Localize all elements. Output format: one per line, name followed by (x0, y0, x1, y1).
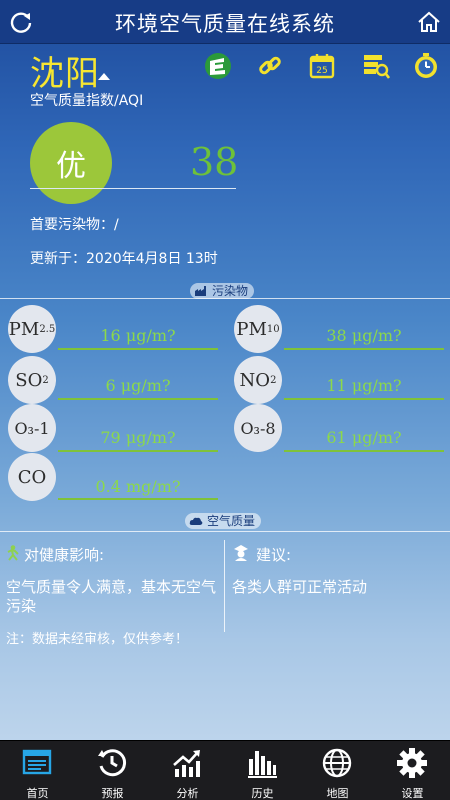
nav-label: 首页 (26, 787, 49, 800)
air-quality-badge-label: 空气质量 (207, 514, 256, 528)
column-separator (224, 540, 225, 632)
pollutant-pm10-badge: PM 10 (234, 305, 282, 353)
calendar-icon[interactable]: 25 (308, 52, 336, 80)
aqi-label: 空气质量指数/AQI (30, 93, 144, 109)
advice-person-icon (234, 545, 248, 561)
pollutant-pm25-badge: PM 2.5 (8, 305, 56, 353)
pollutant-underline (284, 450, 444, 452)
e-app-icon[interactable] (204, 52, 232, 80)
pollutant-underline (284, 348, 444, 350)
svg-text:25: 25 (316, 66, 327, 76)
health-effect-text: 空气质量令人满意，基本无空气污染 (6, 578, 217, 615)
bottom-nav: 首页 预报 分析 历史 地图 设置 (0, 740, 450, 800)
aqi-underline (30, 188, 236, 189)
pollutant-underline (58, 398, 218, 400)
nav-item-settings[interactable]: 设置 (375, 741, 450, 800)
pollutant-o3-1h-badge: O₃-1 (8, 404, 56, 452)
pollutant-no2-value: 11 μg/m? (326, 376, 402, 395)
factory-icon (195, 286, 206, 296)
home-icon[interactable] (416, 9, 442, 35)
nav-label: 地图 (326, 787, 349, 800)
bar-chart-icon (248, 751, 277, 778)
history-clock-icon (98, 749, 127, 777)
advice-title: 建议: (256, 546, 292, 564)
pollutant-co-badge: CO (8, 453, 56, 501)
pollutant-underline (58, 498, 218, 500)
pollutant-pm25-value: 16 μg/m? (100, 326, 176, 345)
pollutants-badge-label: 污染物 (212, 284, 249, 298)
pollutant-no2-badge: NO 2 (234, 356, 282, 404)
pollutant-underline (284, 398, 444, 400)
pollutant-underline (58, 348, 218, 350)
link-icon[interactable] (256, 52, 284, 80)
pollutant-so2-badge: SO 2 (8, 356, 56, 404)
section-divider (0, 531, 450, 532)
city-dropdown-caret-icon[interactable] (98, 73, 110, 80)
app-title: 环境空气质量在线系统 (115, 12, 335, 36)
pollutant-o3-1h-value: 79 μg/m? (100, 428, 176, 447)
pollutant-pm10-value: 38 μg/m? (326, 326, 402, 345)
health-effect-title: 对健康影响: (24, 546, 105, 564)
app-header: 环境空气质量在线系统 (0, 0, 450, 44)
trend-chart-icon (173, 750, 200, 777)
person-icon (7, 545, 19, 561)
nav-item-home[interactable]: 首页 (0, 741, 75, 800)
pollutants-section-badge: 污染物 (190, 283, 255, 299)
timer-icon[interactable] (412, 52, 440, 80)
nav-label: 设置 (401, 787, 424, 800)
gear-icon (397, 748, 427, 778)
nav-item-map[interactable]: 地图 (300, 741, 375, 800)
air-quality-section-badge: 空气质量 (185, 513, 262, 529)
station-list-icon[interactable] (362, 52, 390, 80)
aqi-value: 38 (190, 140, 239, 184)
primary-pollutant: 首要污染物：/ (30, 217, 119, 233)
nav-label: 分析 (176, 787, 199, 800)
pollutant-o3-8h-badge: O₃-8 (234, 404, 282, 452)
nav-item-analysis[interactable]: 分析 (150, 741, 225, 800)
nav-label: 预报 (101, 787, 124, 800)
nav-item-forecast[interactable]: 预报 (75, 741, 150, 800)
city-name[interactable]: 沈阳 (30, 46, 100, 95)
cloud-icon (189, 517, 203, 525)
pollutant-so2-value: 6 μg/m? (105, 376, 171, 395)
pollutant-co-value: 0.4 mg/m? (95, 477, 181, 496)
pollutant-underline (58, 450, 218, 452)
aqi-level-badge: 优 (30, 122, 112, 204)
nav-item-history[interactable]: 历史 (225, 741, 300, 800)
update-time: 更新于：2020年4月8日 13时 (30, 251, 218, 267)
pollutant-o3-8h-value: 61 μg/m? (326, 428, 402, 447)
home-screen-icon (22, 749, 52, 775)
advice-text: 各类人群可正常活动 (232, 578, 368, 596)
disclaimer-note: 注：数据未经审核，仅供参考！ (6, 632, 189, 647)
nav-label: 历史 (251, 787, 274, 800)
globe-icon (322, 748, 352, 778)
